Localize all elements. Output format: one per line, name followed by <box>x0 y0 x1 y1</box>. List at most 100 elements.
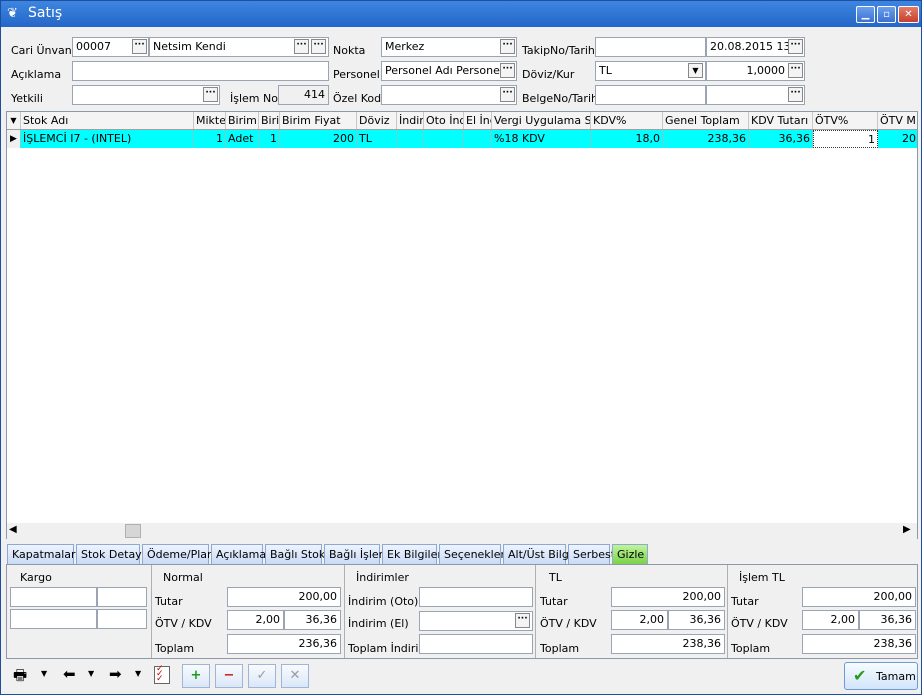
kargo-field[interactable] <box>10 609 97 629</box>
aciklama-field[interactable] <box>72 61 329 81</box>
printer-icon[interactable]: 🖶 <box>13 667 33 683</box>
ozel-kod-lookup-button[interactable]: ··· <box>500 87 515 102</box>
ok-button[interactable]: ✔ Tamam <box>844 662 918 690</box>
otv-field: 2,00 <box>802 610 859 630</box>
column-header[interactable]: ÖTV M <box>878 112 917 129</box>
maximize-button[interactable]: ▫ <box>877 6 896 23</box>
column-header[interactable]: KDV Tutarı <box>749 112 813 129</box>
table-cell[interactable]: 238,36 <box>663 130 749 148</box>
tab-kapatmalar[interactable]: Kapatmalar <box>7 544 76 564</box>
indirimler-section: İndirimler İndirim (Oto) İndirim (El) ··… <box>344 565 535 658</box>
column-header[interactable]: El İnc <box>464 112 492 129</box>
cari-code-lookup-button[interactable]: ··· <box>132 39 147 54</box>
kargo-field[interactable] <box>97 609 147 629</box>
table-cell[interactable]: 200 <box>280 130 357 148</box>
column-header[interactable]: Stok Adı <box>21 112 194 129</box>
table-cell-editing[interactable]: 1 <box>813 130 878 148</box>
yetkili-lookup-button[interactable]: ··· <box>203 87 218 102</box>
column-header[interactable]: Mikter <box>194 112 226 129</box>
tab-bagli-stok[interactable]: Bağlı Stok <box>265 544 325 564</box>
column-header[interactable]: ÖTV% <box>813 112 878 129</box>
table-row[interactable]: ▶ İŞLEMCİ I7 - (INTEL) 1 Adet 1 200 TL %… <box>7 130 917 148</box>
column-header[interactable]: İndirir <box>397 112 424 129</box>
back-arrow-icon[interactable]: ⬅ <box>63 666 76 682</box>
table-cell[interactable] <box>464 130 492 148</box>
takip-date-button[interactable]: ··· <box>788 39 803 54</box>
table-cell[interactable] <box>424 130 464 148</box>
indirim-el-button[interactable]: ··· <box>515 613 530 628</box>
kdv-field: 36,36 <box>284 610 341 630</box>
tab-bagli-islem[interactable]: Bağlı İşlem <box>324 544 389 564</box>
kargo-section: Kargo <box>7 565 150 658</box>
title-bar[interactable]: ❦ Satış ▁ ▫ ✕ <box>1 1 921 27</box>
back-dropdown-icon[interactable]: ▼ <box>88 669 94 678</box>
column-header[interactable]: Genel Toplam <box>663 112 749 129</box>
forward-arrow-icon[interactable]: ➡ <box>109 666 122 682</box>
column-header[interactable]: Birir <box>259 112 280 129</box>
tab-odeme-plan[interactable]: Ödeme/Plan <box>142 544 214 564</box>
table-cell[interactable]: 1 <box>194 130 226 148</box>
kur-button[interactable]: ··· <box>788 63 803 78</box>
column-chooser-icon[interactable]: ▼ <box>7 112 21 129</box>
cari-extra-lookup-button[interactable]: ··· <box>311 39 326 54</box>
tab-ek-bilgiler[interactable]: Ek Bilgiler <box>382 544 442 564</box>
table-cell[interactable]: Adet <box>226 130 259 148</box>
islem-tl-section: İşlem TL Tutar 200,00 ÖTV / KDV 2,00 36,… <box>727 565 917 658</box>
column-header[interactable]: Vergi Uygulama Seti <box>492 112 591 129</box>
table-cell[interactable]: 18,0 <box>591 130 663 148</box>
ozel-kod-field[interactable] <box>381 85 517 105</box>
belge-date-button[interactable]: ··· <box>788 87 803 102</box>
column-header[interactable]: Oto İnd <box>424 112 464 129</box>
scroll-right-icon[interactable]: ▶ <box>903 524 911 535</box>
cari-name-lookup-button[interactable]: ··· <box>294 39 309 54</box>
tab-stok-detay[interactable]: Stok Detay <box>76 544 142 564</box>
column-header[interactable]: KDV% <box>591 112 663 129</box>
checklist-icon[interactable]: ✓ ✓ ✓ <box>154 665 170 684</box>
kdv-field: 36,36 <box>859 610 916 630</box>
tab-gizle[interactable]: Gizle <box>612 544 648 564</box>
nokta-field[interactable]: Merkez <box>381 37 517 57</box>
yetkili-field[interactable] <box>72 85 220 105</box>
column-header[interactable]: Birim <box>226 112 259 129</box>
tab-secenekler[interactable]: Seçenekler <box>439 544 505 564</box>
close-button[interactable]: ✕ <box>898 6 919 23</box>
indirim-oto-field[interactable] <box>419 587 533 607</box>
table-cell[interactable] <box>397 130 424 148</box>
table-cell[interactable]: 1 <box>259 130 280 148</box>
table-cell[interactable]: 36,36 <box>749 130 813 148</box>
table-cell[interactable]: TL <box>357 130 397 148</box>
personel-lookup-button[interactable]: ··· <box>500 63 515 78</box>
minimize-button[interactable]: ▁ <box>856 6 875 23</box>
islem-no-label: İşlem No <box>230 92 278 105</box>
forward-dropdown-icon[interactable]: ▼ <box>135 669 141 678</box>
table-cell[interactable]: İŞLEMCİ I7 - (INTEL) <box>21 130 194 148</box>
scroll-left-icon[interactable]: ◀ <box>9 524 17 535</box>
kargo-field[interactable] <box>10 587 97 607</box>
remove-row-button[interactable]: − <box>215 664 243 688</box>
column-header[interactable]: Döviz <box>357 112 397 129</box>
confirm-row-button[interactable]: ✓ <box>248 664 276 688</box>
row-indicator-icon: ▶ <box>7 130 21 148</box>
takipno-field[interactable] <box>595 37 706 57</box>
tab-aciklama[interactable]: Açıklama <box>211 544 266 564</box>
table-cell[interactable]: 20 <box>878 130 917 148</box>
kargo-field[interactable] <box>97 587 147 607</box>
personel-label: Personel <box>333 68 380 81</box>
belgeno-field[interactable] <box>595 85 706 105</box>
items-grid[interactable]: ▼ Stok Adı Mikter Birim Birir Birim Fiya… <box>6 111 918 539</box>
cari-unvani-label: Cari Ünvanı <box>11 44 75 57</box>
butterfly-icon: ❦ <box>7 6 18 21</box>
otv-field: 2,00 <box>611 610 668 630</box>
add-row-button[interactable]: + <box>182 664 210 688</box>
cancel-row-button[interactable]: ✕ <box>281 664 309 688</box>
scrollbar-thumb[interactable] <box>125 524 141 538</box>
tab-alt-ust-bilgi[interactable]: Alt/Üst Bilgi <box>503 544 572 564</box>
print-dropdown-icon[interactable]: ▼ <box>41 669 47 678</box>
horizontal-scrollbar[interactable]: ◀ ▶ <box>7 523 917 539</box>
personel-field[interactable]: Personel Adı Personel S <box>381 61 517 81</box>
tab-serbest[interactable]: Serbest <box>568 544 615 564</box>
chevron-down-icon[interactable]: ▼ <box>688 63 703 78</box>
table-cell[interactable]: %18 KDV <box>492 130 591 148</box>
column-header[interactable]: Birim Fiyat <box>280 112 357 129</box>
nokta-lookup-button[interactable]: ··· <box>500 39 515 54</box>
